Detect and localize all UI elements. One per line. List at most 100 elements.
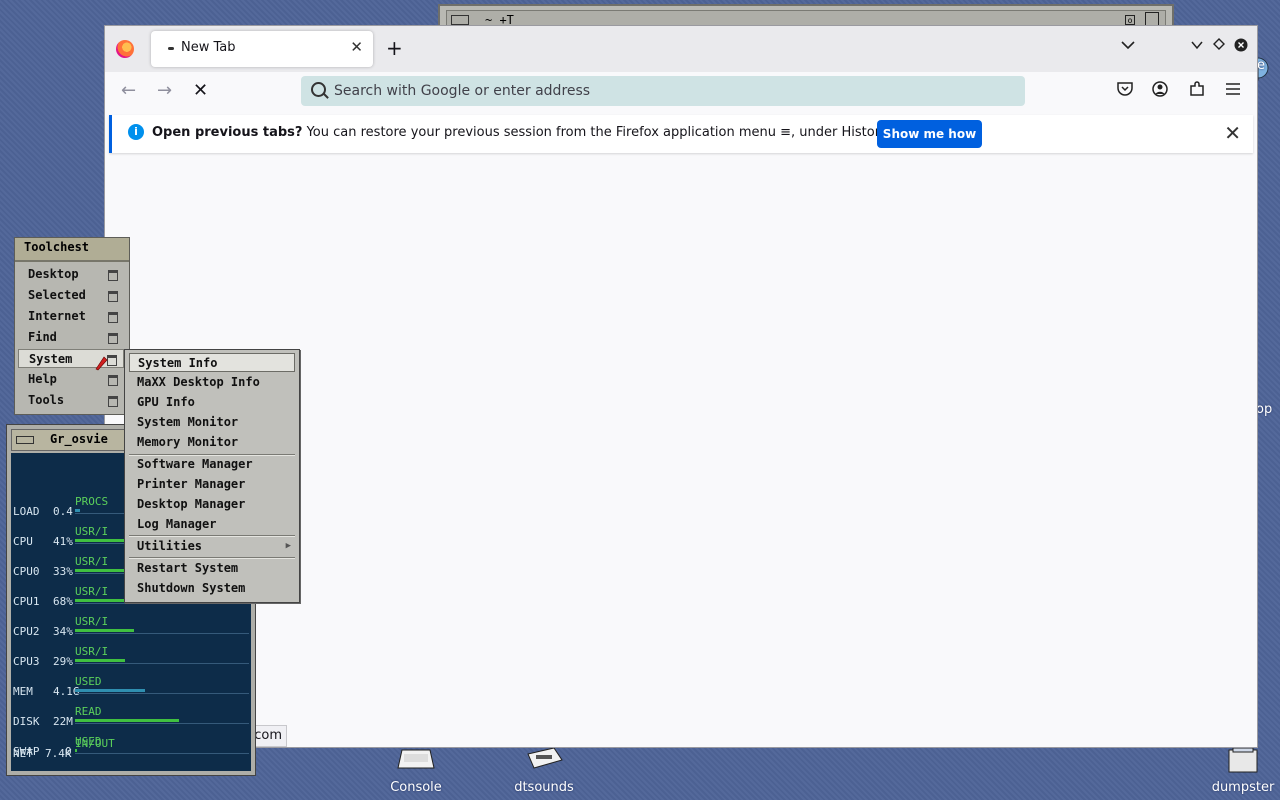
close-window-icon[interactable]	[1234, 38, 1248, 56]
metric-tag: USR/I	[75, 555, 109, 568]
metric-baseline	[75, 603, 249, 604]
window-menu-icon[interactable]	[451, 15, 469, 25]
menu-item-printer-manager[interactable]: Printer Manager	[129, 475, 295, 494]
menu-item-utilities[interactable]: Utilities ▶	[129, 537, 295, 556]
new-tab-button[interactable]: +	[386, 36, 403, 60]
stop-icon[interactable]: ✕	[193, 80, 208, 101]
toolchest-item-desktop[interactable]: Desktop	[18, 265, 124, 284]
menu-item-log-manager[interactable]: Log Manager	[129, 515, 295, 534]
desktop-icon-label: dumpster	[1211, 780, 1275, 795]
toolchest-item-tools[interactable]: Tools	[18, 391, 124, 410]
desktop-icon-label: e	[1257, 58, 1265, 73]
desktop-icon-dtsounds[interactable]: dtsounds	[499, 746, 589, 795]
menu-item-gpu-info[interactable]: GPU Info	[129, 393, 295, 412]
list-all-tabs-icon[interactable]	[1121, 38, 1135, 54]
forward-icon[interactable]: →	[157, 80, 172, 101]
toolchest-item-label: Internet	[28, 309, 86, 323]
menu-item-memory-monitor[interactable]: Memory Monitor	[129, 433, 295, 452]
metric-label: CPU0	[13, 565, 40, 578]
toolchest-menu: Toolchest Desktop Selected Internet Find…	[14, 237, 130, 415]
desktop-icon-label: dtsounds	[514, 780, 574, 795]
close-tab-icon[interactable]: ✕	[350, 38, 363, 56]
toolchest-item-label: Find	[28, 330, 57, 344]
navigation-toolbar: ← → ✕ Search with Google or enter addres…	[105, 72, 1257, 112]
metric-label: CPU3	[13, 655, 40, 668]
terminal-title: ~ +T	[485, 13, 514, 27]
notification-text: You can restore your previous session fr…	[306, 125, 891, 140]
metric-baseline	[75, 693, 249, 694]
submenu-icon	[108, 333, 118, 344]
metric-value: 33%	[53, 565, 73, 578]
metric-baseline	[75, 663, 249, 664]
metric-tag: USR/I	[75, 585, 109, 598]
metric-value: 29%	[53, 655, 73, 668]
menu-item-system-monitor[interactable]: System Monitor	[129, 413, 295, 432]
metric-value: 7.4K	[45, 747, 72, 760]
account-icon[interactable]	[1152, 81, 1168, 101]
metric-tag: PROCS	[75, 495, 109, 508]
close-notification-icon[interactable]: ✕	[1224, 121, 1241, 145]
toolchest-title: Toolchest	[15, 238, 129, 262]
menu-item-maxx-desktop-info[interactable]: MaXX Desktop Info	[129, 373, 295, 392]
osview-row: MEM 4.1G USED	[13, 675, 249, 707]
menu-item-label: Utilities	[137, 539, 203, 553]
toolchest-item-selected[interactable]: Selected	[18, 286, 124, 305]
metric-value: 68%	[53, 595, 73, 608]
back-icon[interactable]: ←	[121, 80, 136, 101]
metric-label: CPU	[13, 535, 33, 548]
firefox-logo-icon	[116, 40, 134, 58]
menu-item-shutdown-system[interactable]: Shutdown System	[129, 579, 295, 598]
metric-label: LOAD	[13, 505, 40, 518]
app-menu-icon[interactable]	[1225, 81, 1241, 100]
metric-baseline	[75, 723, 249, 724]
submenu-icon	[108, 270, 118, 281]
info-icon: i	[128, 124, 144, 140]
show-me-how-button[interactable]: Show me how	[877, 120, 982, 148]
trash-icon	[1223, 746, 1263, 776]
metric-baseline	[75, 633, 249, 634]
metric-tag: USR/I	[75, 645, 109, 658]
menu-item-restart-system[interactable]: Restart System	[129, 559, 295, 578]
loading-icon	[168, 47, 174, 50]
menu-item-desktop-manager[interactable]: Desktop Manager	[129, 495, 295, 514]
tab-new-tab[interactable]: New Tab ✕	[151, 31, 373, 67]
toolchest-item-help[interactable]: Help	[18, 370, 124, 389]
tab-title: New Tab	[181, 40, 236, 55]
desktop-icon-label: Console	[390, 780, 442, 795]
metric-label: DISK	[13, 715, 40, 728]
maximize-window-icon[interactable]	[1213, 38, 1225, 54]
notification-message: Open previous tabs? You can restore your…	[152, 125, 890, 140]
menu-item-software-manager[interactable]: Software Manager	[129, 455, 295, 474]
metric-bar	[75, 509, 80, 512]
metric-bar	[75, 719, 179, 722]
submenu-icon	[108, 396, 118, 407]
window-menu-icon[interactable]	[16, 436, 34, 444]
toolchest-item-find[interactable]: Find	[18, 328, 124, 347]
desktop-icon-dumpster[interactable]: dumpster	[1198, 746, 1280, 795]
metric-tag: IN/OUT	[75, 737, 115, 750]
metric-label: NET	[13, 747, 33, 760]
system-submenu: System Info MaXX Desktop Info GPU Info S…	[124, 349, 300, 603]
tab-strip: New Tab ✕ +	[105, 26, 1257, 72]
osview-title: Gr_osvie	[50, 432, 108, 446]
pocket-icon[interactable]	[1117, 81, 1133, 100]
desktop-icon-label: op	[1256, 402, 1273, 417]
maximize-icon[interactable]	[1145, 12, 1159, 27]
desktop-icon-partial-right[interactable]: op	[1256, 402, 1280, 417]
toolchest-item-label: Selected	[28, 288, 86, 302]
osview-row: NET 7.4K IN/OUT	[13, 737, 249, 769]
toolchest-item-label: Help	[28, 372, 57, 386]
metric-tag: READ	[75, 705, 102, 718]
metric-value: 0.4	[53, 505, 73, 518]
menu-item-system-info[interactable]: System Info	[129, 353, 295, 372]
metric-label: MEM	[13, 685, 33, 698]
metric-label: CPU2	[13, 625, 40, 638]
extensions-icon[interactable]	[1189, 81, 1205, 101]
minimize-icon[interactable]: o	[1125, 15, 1135, 25]
desktop-icon-console[interactable]: Console	[371, 746, 461, 795]
address-bar[interactable]: Search with Google or enter address	[301, 76, 1025, 106]
notification-title: Open previous tabs?	[152, 125, 303, 140]
toolchest-item-system[interactable]: System	[18, 349, 124, 368]
toolchest-item-internet[interactable]: Internet	[18, 307, 124, 326]
minimize-window-icon[interactable]	[1191, 38, 1203, 54]
